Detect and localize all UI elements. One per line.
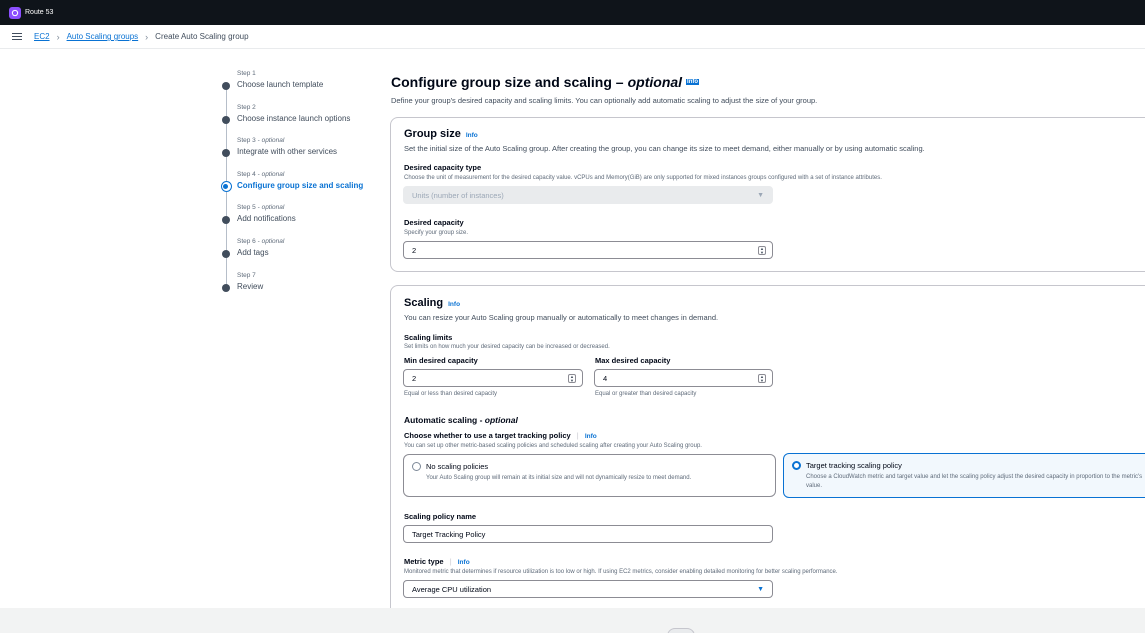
chevron-right-icon: › <box>145 31 149 42</box>
step-1[interactable]: Step 1 Choose launch template <box>222 66 382 100</box>
step-dot-icon <box>222 249 230 258</box>
step-7[interactable]: Step 7 Review <box>222 268 382 302</box>
step-title-active[interactable]: Configure group size and scaling <box>237 181 382 190</box>
max-capacity-hint: Equal or greater than desired capacity <box>595 391 697 397</box>
step-3[interactable]: Step 3 - optional Integrate with other s… <box>222 133 382 167</box>
group-size-panel: Group size Info Set the initial size of … <box>390 117 1145 272</box>
max-capacity-input[interactable]: 4 ▲ ▼ <box>594 369 773 387</box>
group-size-description: Set the initial size of the Auto Scaling… <box>404 144 925 153</box>
main-content: Configure group size and scaling – option… <box>391 74 1145 105</box>
step-dot-icon <box>222 283 230 292</box>
target-tracking-question: Choose whether to use a target tracking … <box>404 431 597 440</box>
target-tracking-policy-desc: Choose a CloudWatch metric and target va… <box>806 474 1143 489</box>
desired-capacity-hint: Specify your group size. <box>404 230 469 236</box>
breadcrumb: EC2 › Auto Scaling groups › Create Auto … <box>0 25 1145 49</box>
radio-selected-icon[interactable] <box>792 461 801 470</box>
desired-capacity-label: Desired capacity <box>404 218 464 227</box>
target-tracking-policy-option[interactable]: Target tracking scaling policy Choose a … <box>783 453 1145 498</box>
step-dot-icon <box>222 149 230 158</box>
step-title[interactable]: Add notifications <box>237 214 382 223</box>
min-capacity-hint: Equal or less than desired capacity <box>404 391 498 397</box>
capacity-type-hint: Choose the unit of measurement for the d… <box>404 175 882 181</box>
group-size-info-link[interactable]: Info <box>466 132 478 139</box>
step-title[interactable]: Add tags <box>237 248 382 257</box>
metric-type-label: Metric type | Info <box>404 557 470 566</box>
step-4[interactable]: Step 4 - optional Configure group size a… <box>220 167 382 201</box>
step-number: Step 1 <box>237 70 256 77</box>
wizard-steps: Step 1 Choose launch template Step 2 Cho… <box>220 66 382 302</box>
step-title[interactable]: Choose launch template <box>237 80 382 89</box>
step-current-icon <box>220 181 232 193</box>
stepper-icon[interactable]: ▲ ▼ <box>758 246 766 255</box>
step-5[interactable]: Step 5 - optional Add notifications <box>222 200 382 234</box>
step-dot-icon <box>222 82 230 90</box>
step-title[interactable]: Choose instance launch options <box>237 114 382 123</box>
metric-type-info-link[interactable]: Info <box>458 559 470 566</box>
scaling-limits-label: Scaling limits <box>404 333 453 342</box>
no-scaling-policies-desc: Your Auto Scaling group will remain at i… <box>426 475 692 481</box>
metric-type-select[interactable]: Average CPU utilization ▼ <box>403 580 773 598</box>
breadcrumb-auto-scaling-groups[interactable]: Auto Scaling groups <box>67 32 139 41</box>
stepper-icon[interactable]: ▲ ▼ <box>568 374 576 383</box>
step-title[interactable]: Review <box>237 282 382 291</box>
step-dot-icon <box>222 216 230 225</box>
step-dot-icon <box>222 115 230 124</box>
automatic-scaling-label: Automatic scaling - optional <box>404 415 518 425</box>
no-scaling-policies-option[interactable]: No scaling policies Your Auto Scaling gr… <box>403 454 776 497</box>
capacity-type-select[interactable]: Units (number of instances) ▼ <box>403 186 773 204</box>
route53-icon[interactable] <box>9 6 21 19</box>
service-name[interactable]: Route 53 <box>25 9 53 16</box>
split-panel-handle[interactable] <box>667 628 695 633</box>
max-capacity-label: Max desired capacity <box>595 356 671 365</box>
policy-name-input[interactable]: Target Tracking Policy <box>403 525 773 543</box>
step-title[interactable]: Integrate with other services <box>237 147 382 156</box>
target-tracking-hint: You can set up other metric-based scalin… <box>404 443 702 449</box>
step-number: Step 4 - optional <box>237 170 285 178</box>
page-info-link[interactable]: Info <box>686 79 700 85</box>
chevron-right-icon: › <box>56 31 60 42</box>
min-capacity-label: Min desired capacity <box>404 356 478 365</box>
page-title: Configure group size and scaling – option… <box>391 74 700 90</box>
step-6[interactable]: Step 6 - optional Add tags <box>222 234 382 268</box>
step-2[interactable]: Step 2 Choose instance launch options <box>222 100 382 134</box>
min-capacity-input[interactable]: 2 ▲ ▼ <box>403 369 583 387</box>
step-number: Step 6 - optional <box>237 237 285 245</box>
stepper-icon[interactable]: ▲ ▼ <box>758 374 766 383</box>
breadcrumb-ec2[interactable]: EC2 <box>34 32 50 41</box>
radio-unselected-icon[interactable] <box>412 462 421 471</box>
policy-name-label: Scaling policy name <box>404 512 477 521</box>
footer-bar <box>0 608 1145 633</box>
top-navigation-bar: Route 53 <box>0 0 1145 25</box>
caret-down-icon: ▼ <box>757 192 764 199</box>
scaling-info-link[interactable]: Info <box>448 301 460 308</box>
scaling-description: You can resize your Auto Scaling group m… <box>404 313 719 322</box>
step-number: Step 3 - optional <box>237 137 285 145</box>
target-tracking-info-link[interactable]: Info <box>585 433 597 440</box>
caret-down-icon: ▼ <box>757 586 764 593</box>
menu-icon[interactable] <box>12 32 22 41</box>
target-tracking-policy-title: Target tracking scaling policy <box>806 461 902 470</box>
scaling-limits-hint: Set limits on how much your desired capa… <box>404 344 610 350</box>
step-number: Step 7 <box>237 271 256 279</box>
group-size-title: Group size Info <box>404 128 478 140</box>
capacity-type-label: Desired capacity type <box>404 163 482 172</box>
scaling-panel: Scaling Info You can resize your Auto Sc… <box>390 285 1145 625</box>
breadcrumb-current: Create Auto Scaling group <box>155 32 249 41</box>
desired-capacity-input[interactable]: 2 ▲ ▼ <box>403 241 773 259</box>
page-description: Define your group's desired capacity and… <box>391 96 818 105</box>
step-number: Step 2 <box>237 103 256 111</box>
step-number: Step 5 - optional <box>237 204 285 212</box>
no-scaling-policies-title: No scaling policies <box>426 462 489 471</box>
scaling-title: Scaling Info <box>404 297 461 309</box>
metric-type-hint: Monitored metric that determines if reso… <box>404 569 838 575</box>
